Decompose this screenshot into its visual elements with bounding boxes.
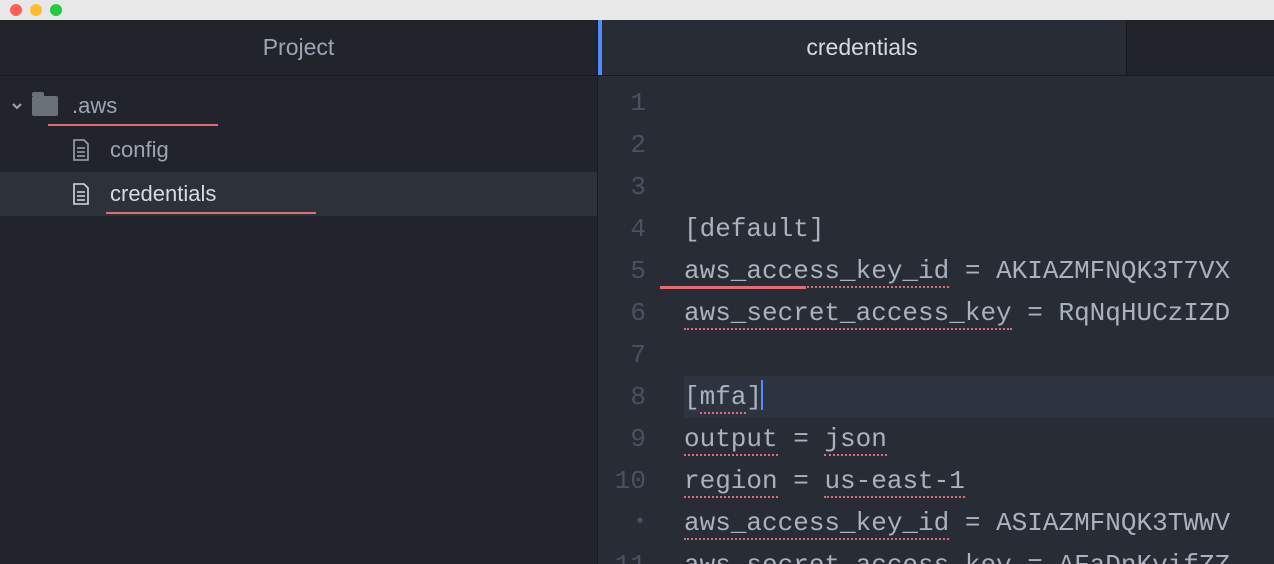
code-token: json — [824, 424, 886, 456]
code-line[interactable]: region = us-east-1 — [684, 460, 1274, 502]
code-line[interactable]: aws_access_key_id = AKIAZMFNQK3T7VX — [684, 250, 1274, 292]
code-token: region — [684, 466, 778, 498]
code-token: AFaDnKyifZZ — [1058, 550, 1230, 564]
line-number: • — [598, 502, 646, 544]
code-line[interactable]: aws_access_key_id = ASIAZMFNQK3TWWV — [684, 502, 1274, 544]
line-number: 7 — [598, 334, 646, 376]
annotation-underline — [106, 212, 316, 214]
line-number: 10 — [598, 460, 646, 502]
folder-icon — [32, 96, 58, 116]
code-line[interactable]: aws_secret_access_key = RqNqHUCzIZD — [684, 292, 1274, 334]
line-number: 11 — [598, 544, 646, 564]
code-token: us-east-1 — [824, 466, 964, 498]
tab-bar: credentials — [598, 20, 1274, 76]
code-token: [default] — [684, 214, 824, 244]
line-number: 2 — [598, 124, 646, 166]
code-token: aws_secret_access_key — [684, 550, 1012, 564]
minimize-window-button[interactable] — [30, 4, 42, 16]
code-token: = — [778, 466, 825, 496]
code-token: = — [778, 424, 825, 454]
code-line[interactable] — [684, 334, 1274, 376]
code-line[interactable]: [mfa] — [684, 376, 1274, 418]
file-label: config — [110, 137, 169, 163]
code-token: mfa — [700, 382, 747, 414]
code-token: [ — [684, 382, 700, 412]
code-line[interactable]: output = json — [684, 418, 1274, 460]
code-token: AKIAZMFNQK3T7VX — [996, 256, 1230, 286]
code-token: aws_secret_access_key — [684, 298, 1012, 330]
code-token: = — [949, 508, 996, 538]
line-number: 9 — [598, 418, 646, 460]
text-cursor — [761, 380, 763, 410]
tab-bar-empty — [1126, 20, 1274, 75]
titlebar — [0, 0, 1274, 20]
code-token: aws_access_key_id — [684, 256, 949, 288]
close-window-button[interactable] — [10, 4, 22, 16]
code-token: aws_access_key_id — [684, 508, 949, 540]
line-number: 4 — [598, 208, 646, 250]
line-number: 8 — [598, 376, 646, 418]
code-token: = — [1012, 550, 1059, 564]
sidebar-title: Project — [0, 20, 597, 76]
code-content[interactable]: [default] aws_access_key_id = AKIAZMFNQK3… — [660, 82, 1274, 564]
file-tree: .aws config credentials — [0, 76, 597, 216]
folder-label: .aws — [72, 93, 117, 119]
editor-pane: credentials 12345678910•11 [default] aws_… — [598, 20, 1274, 564]
tree-file-config[interactable]: config — [0, 128, 597, 172]
tree-file-credentials[interactable]: credentials — [0, 172, 597, 216]
line-number: 1 — [598, 82, 646, 124]
line-gutter: 12345678910•11 — [598, 82, 660, 564]
main-layout: Project .aws config credentials — [0, 20, 1274, 564]
tab-credentials[interactable]: credentials — [598, 20, 1126, 75]
code-token: ] — [746, 382, 762, 412]
line-number: 3 — [598, 166, 646, 208]
code-editor[interactable]: 12345678910•11 [default] aws_access_key_i… — [598, 76, 1274, 564]
file-icon — [70, 137, 92, 163]
tree-folder-aws[interactable]: .aws — [0, 84, 597, 128]
code-token: RqNqHUCzIZD — [1058, 298, 1230, 328]
line-number: 6 — [598, 292, 646, 334]
project-sidebar: Project .aws config credentials — [0, 20, 598, 564]
file-label: credentials — [110, 181, 216, 207]
code-token: = — [1012, 298, 1059, 328]
code-token: ASIAZMFNQK3TWWV — [996, 508, 1230, 538]
chevron-down-icon[interactable] — [8, 99, 26, 113]
code-line[interactable]: aws_secret_access_key = AFaDnKyifZZ — [684, 544, 1274, 564]
code-line[interactable]: [default] — [684, 208, 1274, 250]
tab-label: credentials — [806, 34, 917, 61]
file-icon — [70, 181, 92, 207]
annotation-underline — [48, 124, 218, 126]
line-number: 5 — [598, 250, 646, 292]
maximize-window-button[interactable] — [50, 4, 62, 16]
code-token: output — [684, 424, 778, 456]
code-token: = — [949, 256, 996, 286]
